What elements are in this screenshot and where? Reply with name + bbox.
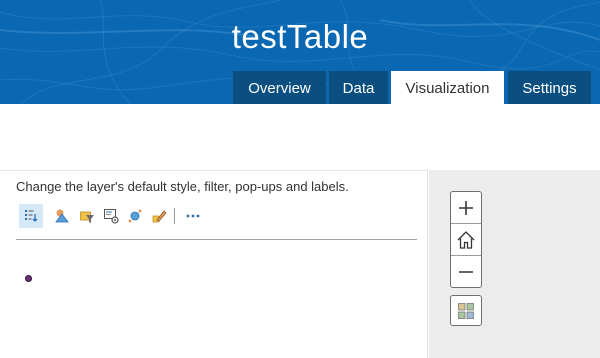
panel-description: Change the layer's default style, filter… [16,179,349,194]
filter-icon [80,211,94,223]
basemap-gallery-button[interactable] [450,295,482,326]
basemap-gallery-icon [458,302,474,319]
more-options-button[interactable] [181,204,205,228]
zoom-controls [450,191,482,288]
map-view[interactable] [429,170,600,358]
shapes-style-button[interactable] [50,204,74,228]
tab-visualization[interactable]: Visualization [391,71,504,104]
change-style-button[interactable] [19,204,43,228]
zoom-in-icon [459,200,473,215]
configure-popup-button[interactable] [99,204,123,228]
configure-popup-icon [104,209,119,224]
tab-overview[interactable]: Overview [233,71,326,104]
tab-settings[interactable]: Settings [508,71,591,104]
edit-button[interactable] [147,204,171,228]
shapes-style-icon [55,209,69,223]
change-style-icon [25,210,38,222]
more-options-icon [186,214,200,218]
item-header: testTable Overview Data Visualization Se… [0,0,600,104]
toolbar-separator [174,208,175,224]
layer-symbol-point [25,275,32,282]
labels-button[interactable] [123,204,147,228]
tab-data[interactable]: Data [329,71,388,104]
edit-icon [152,210,167,223]
page-title: testTable [231,18,369,55]
home-button[interactable] [451,223,481,255]
zoom-in-button[interactable] [451,192,481,223]
filter-button[interactable] [75,204,99,228]
panel-divider [16,239,417,240]
labels-icon [128,209,142,223]
layer-style-panel: Change the layer's default style, filter… [0,170,428,358]
zoom-out-icon [459,270,473,273]
zoom-out-button[interactable] [451,255,481,287]
home-icon [457,230,475,249]
